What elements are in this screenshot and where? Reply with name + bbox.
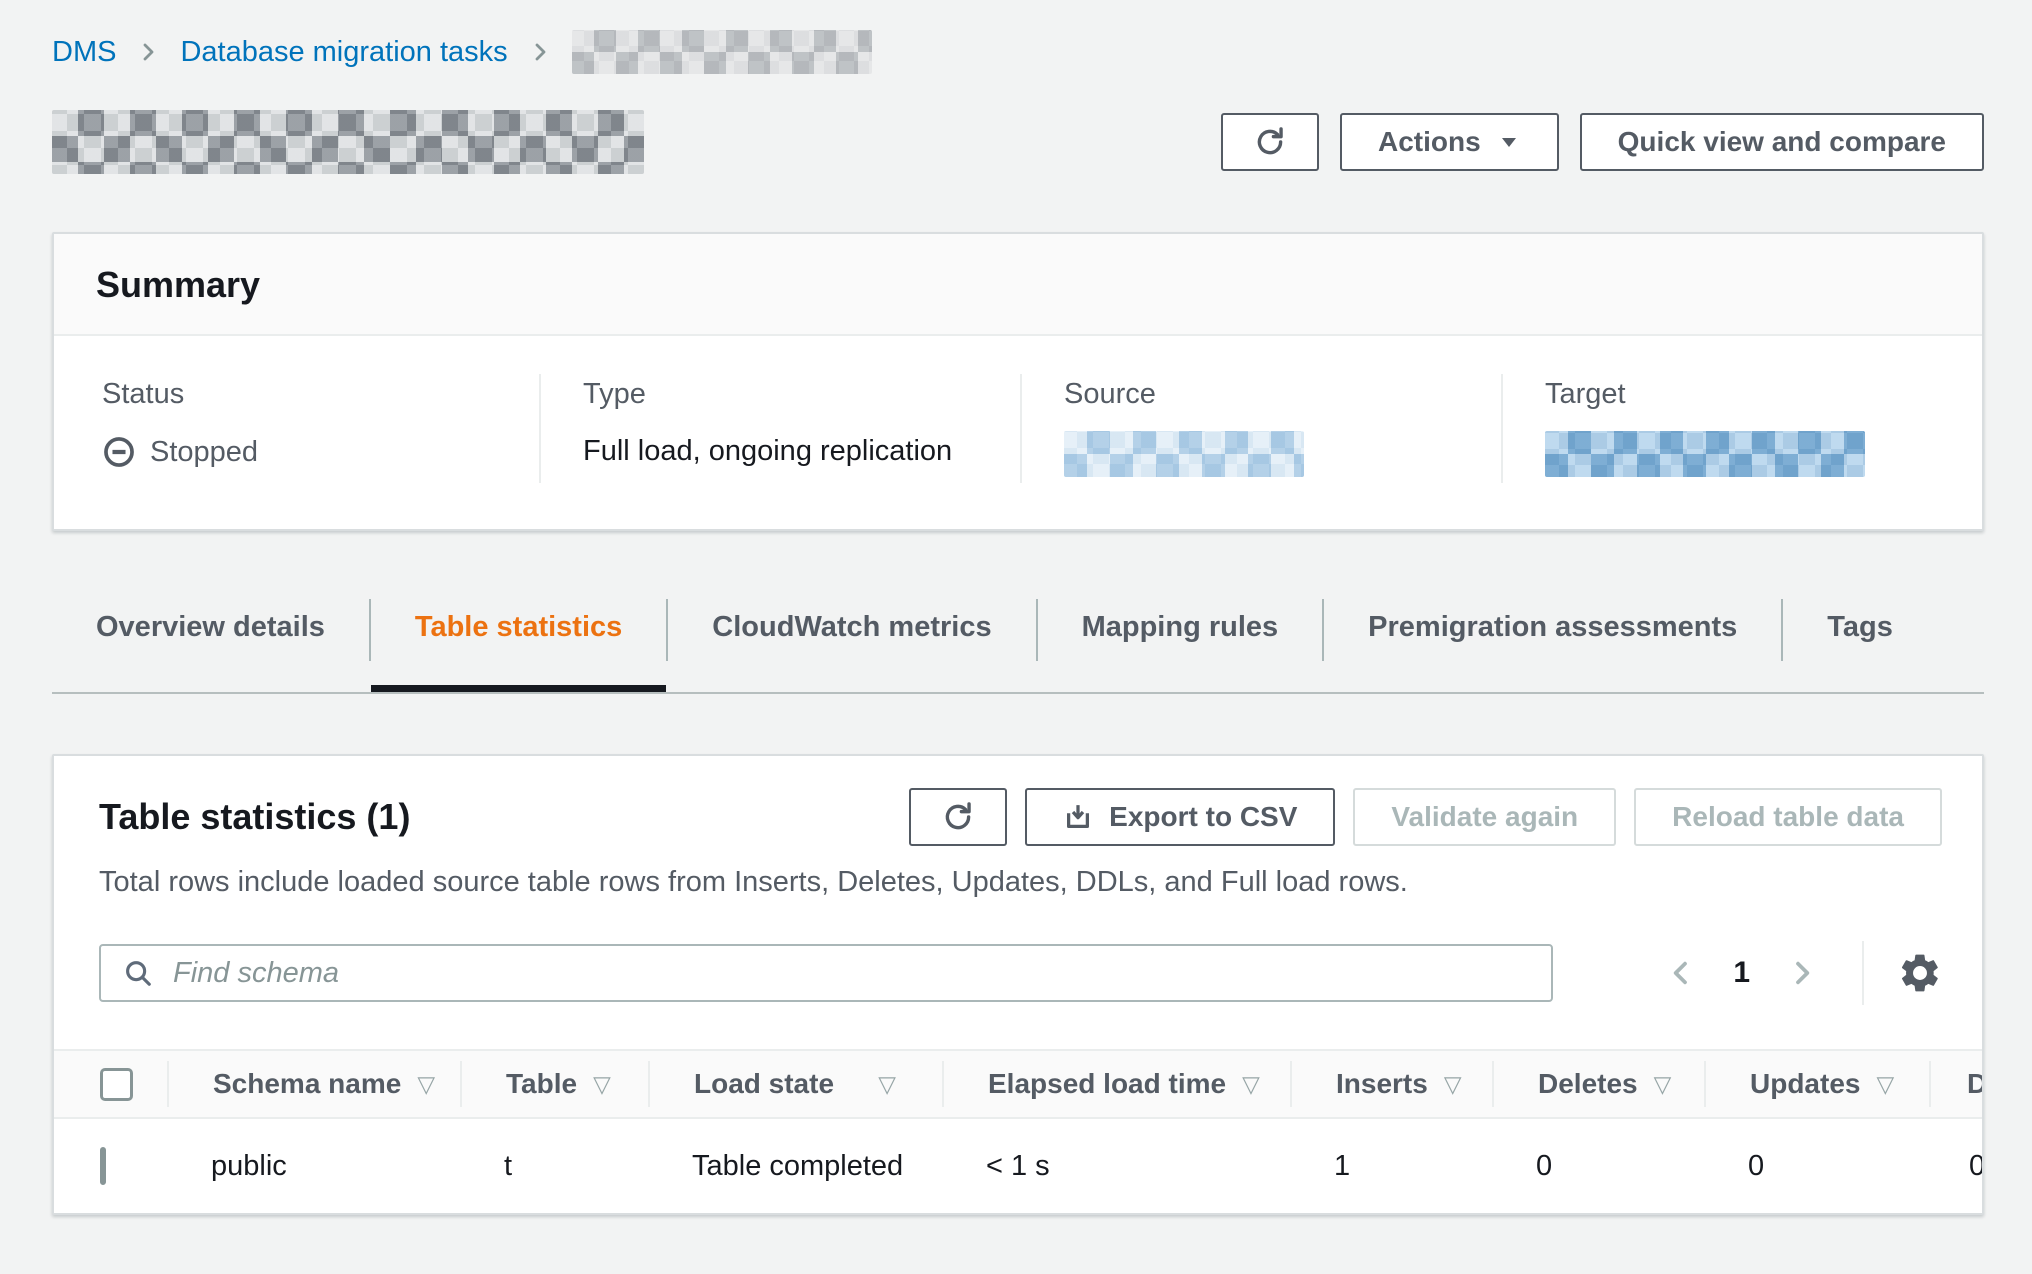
type-label: Type [583,378,980,411]
caret-down-icon [1497,130,1521,154]
table-statistics-buttons: Export to CSV Validate again Reload tabl… [909,788,1942,846]
cell-deletes: 0 [1492,1150,1704,1183]
refresh-button[interactable] [1221,113,1319,171]
tab-mapping-rules[interactable]: Mapping rules [1038,591,1323,692]
cell-load-state: Table completed [648,1150,942,1183]
column-header-updates[interactable]: Updates▽ [1704,1061,1929,1107]
search-icon [123,958,153,988]
target-label: Target [1545,378,1942,411]
pagination-divider [1862,941,1864,1005]
quick-view-and-compare-button[interactable]: Quick view and compare [1580,113,1984,171]
actions-button-label: Actions [1378,126,1481,158]
column-header-deletes[interactable]: Deletes▽ [1492,1061,1704,1107]
stopped-status-icon [102,435,136,469]
type-value: Full load, ongoing replication [583,435,980,468]
cell-table: t [460,1150,648,1183]
dms-task-page: DMS Database migration tasks Actions Qui… [0,0,2032,1215]
status-label: Status [102,378,499,411]
sort-icon: ▽ [417,1071,435,1098]
pagination: 1 [1665,941,1942,1005]
refresh-icon [941,800,975,834]
chevron-left-icon [1665,957,1697,989]
chevron-right-icon [1786,957,1818,989]
reload-table-data-label: Reload table data [1672,801,1904,833]
summary-card: Summary Status Stopped Type Full load, o… [52,232,1984,531]
sort-icon: ▽ [593,1071,611,1098]
download-icon [1063,802,1093,832]
page-header: Actions Quick view and compare [52,110,1984,174]
breadcrumb-task-name-redacted [572,30,872,74]
column-header-table[interactable]: Table▽ [460,1061,648,1107]
refresh-icon [1253,125,1287,159]
select-all-checkbox[interactable] [100,1068,133,1101]
reload-table-data-button[interactable]: Reload table data [1634,788,1942,846]
summary-card-header: Summary [54,234,1982,336]
source-endpoint-redacted-link[interactable] [1064,431,1304,477]
find-schema-input[interactable] [171,946,1529,1000]
cell-updates: 0 [1704,1150,1929,1183]
validate-again-label: Validate again [1391,801,1578,833]
summary-body: Status Stopped Type Full load, ongoing r… [54,336,1982,529]
chevron-right-icon [136,40,160,64]
target-endpoint-redacted-link[interactable] [1545,431,1865,477]
column-header-elapsed-load-time[interactable]: Elapsed load time▽ [942,1061,1290,1107]
summary-field-source: Source [1020,374,1501,483]
cell-inserts: 1 [1290,1150,1492,1183]
summary-field-type: Type Full load, ongoing replication [539,374,1020,483]
column-header-load-state[interactable]: Load state▽ [648,1061,942,1107]
table-statistics-description: Total rows include loaded source table r… [54,866,1982,899]
sort-icon: ▽ [1654,1071,1672,1098]
table-header-row: Schema name▽ Table▽ Load state▽ Elapsed … [54,1049,1982,1119]
table-statistics-title: Table statistics (1) [99,796,410,838]
page-title-redacted [52,110,644,174]
pagination-previous-button[interactable] [1665,957,1697,989]
sort-icon: ▽ [1444,1071,1462,1098]
pagination-next-button[interactable] [1786,957,1818,989]
table-row: public t Table completed < 1 s 1 0 0 0 [54,1119,1982,1213]
tab-premigration-assessments[interactable]: Premigration assessments [1324,591,1781,692]
source-label: Source [1064,378,1461,411]
table-statistics-table: Schema name▽ Table▽ Load state▽ Elapsed … [54,1049,1982,1213]
status-value: Stopped [150,436,258,469]
pagination-current-page[interactable]: 1 [1733,956,1750,990]
breadcrumb-dms-link[interactable]: DMS [52,36,116,69]
summary-title: Summary [96,264,1942,306]
cell-ddls-clipped: 0 [1929,1150,1984,1183]
sort-icon: ▽ [1242,1071,1260,1098]
tab-tags[interactable]: Tags [1783,591,1937,692]
tab-overview-details[interactable]: Overview details [52,591,369,692]
column-header-ddls-clipped[interactable]: D [1929,1061,1984,1107]
row-checkbox[interactable] [100,1147,106,1185]
validate-again-button[interactable]: Validate again [1353,788,1616,846]
task-detail-tabs: Overview details Table statistics CloudW… [52,591,1984,694]
breadcrumb: DMS Database migration tasks [52,28,1984,76]
gear-icon [1898,951,1942,995]
select-all-checkbox-cell [54,1061,167,1107]
chevron-right-icon [528,40,552,64]
summary-field-status: Status Stopped [54,374,539,483]
row-checkbox-cell [54,1150,167,1183]
page-header-actions: Actions Quick view and compare [1221,113,1984,171]
find-schema-search-box [99,944,1553,1002]
actions-button[interactable]: Actions [1340,113,1559,171]
sort-icon: ▽ [878,1071,896,1098]
export-to-csv-label: Export to CSV [1109,801,1297,833]
column-header-schema-name[interactable]: Schema name▽ [167,1061,460,1107]
column-header-inserts[interactable]: Inserts▽ [1290,1061,1492,1107]
cell-schema-name: public [167,1150,460,1183]
table-settings-button[interactable] [1898,951,1942,995]
tab-table-statistics[interactable]: Table statistics [371,591,666,692]
quick-view-button-label: Quick view and compare [1618,126,1946,158]
breadcrumb-tasks-link[interactable]: Database migration tasks [180,36,507,69]
summary-field-target: Target [1501,374,1982,483]
table-refresh-button[interactable] [909,788,1007,846]
cell-elapsed-load-time: < 1 s [942,1150,1290,1183]
sort-icon: ▽ [1876,1071,1894,1098]
table-statistics-panel: Table statistics (1) Export to CSV Valid… [52,754,1984,1215]
export-to-csv-button[interactable]: Export to CSV [1025,788,1335,846]
tab-cloudwatch-metrics[interactable]: CloudWatch metrics [668,591,1035,692]
